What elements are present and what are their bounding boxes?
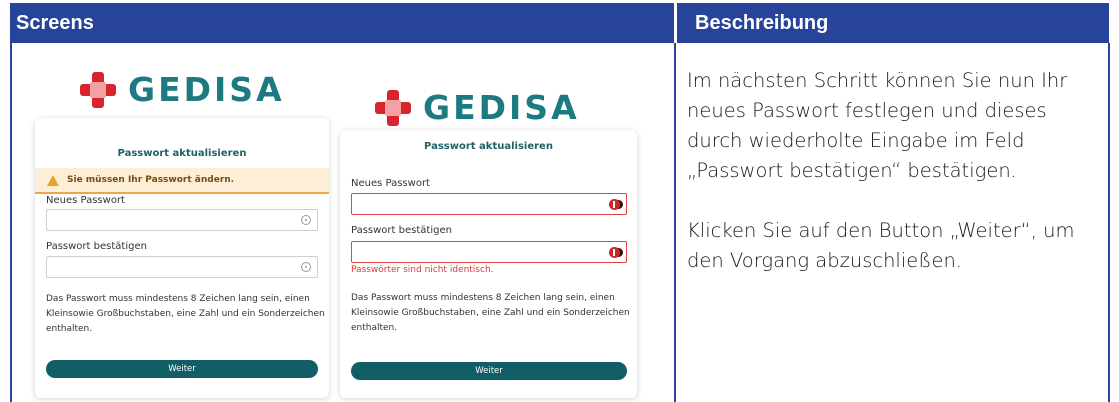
- screen1-title: Passwort aktualisieren: [117, 148, 247, 159]
- gedisa-cross-icon: [80, 71, 116, 108]
- doc-table: Screens Beschreibung Im nächsten Schritt…: [0, 0, 1119, 402]
- screen1-confirm-password-label: Passwort bestätigen: [46, 241, 147, 252]
- gedisa-logo-text: GEDISA: [423, 88, 580, 127]
- show-password-icon[interactable]: [301, 215, 311, 225]
- gedisa-cross-icon: [375, 89, 411, 126]
- screen1-new-password-input[interactable]: [46, 209, 318, 231]
- screen2-card: Passwort aktualisieren Neues Passwort Pa…: [340, 130, 637, 398]
- description-para-2: Klicken Sie auf den Button „Weiter“, um …: [687, 219, 1075, 272]
- gedisa-logo-text: GEDISA: [128, 70, 285, 109]
- screen1-new-password-label: Neues Passwort: [46, 195, 125, 206]
- description-text: Im nächsten Schritt können Sie nun Ihr n…: [687, 66, 1097, 306]
- screen2-confirm-password-label: Passwort bestätigen: [351, 225, 452, 236]
- screen1-warning-banner: Sie müssen Ihr Passwort ändern.: [35, 168, 329, 194]
- screen1-weiter-button[interactable]: Weiter: [46, 360, 318, 378]
- header-screens: Screens: [10, 3, 674, 43]
- description-para-1: Im nächsten Schritt können Sie nun Ihr n…: [687, 69, 1068, 182]
- table-border-left: [10, 43, 12, 402]
- show-password-icon[interactable]: [301, 262, 311, 272]
- table-border-middle: [674, 43, 676, 402]
- screen2-new-password-label: Neues Passwort: [351, 178, 430, 189]
- gedisa-logo: GEDISA: [80, 70, 285, 109]
- error-icon: [609, 199, 623, 210]
- table-border-right: [1108, 43, 1110, 402]
- screen2-weiter-button[interactable]: Weiter: [351, 362, 627, 380]
- error-icon: [609, 247, 623, 258]
- screen1-warning-text: Sie müssen Ihr Passwort ändern.: [67, 175, 235, 185]
- screen2-new-password-input[interactable]: [351, 193, 627, 215]
- screen2-confirm-password-input[interactable]: [351, 241, 627, 263]
- screen2-password-hint: Das Passwort muss mindestens 8 Zeichen l…: [351, 293, 630, 333]
- screen1-password-hint: Das Passwort muss mindestens 8 Zeichen l…: [46, 294, 325, 334]
- screen2-title: Passwort aktualisieren: [424, 141, 553, 152]
- header-description: Beschreibung: [677, 3, 1109, 43]
- screen1-confirm-password-input[interactable]: [46, 256, 318, 278]
- screen1-card: Passwort aktualisieren Sie müssen Ihr Pa…: [35, 118, 329, 398]
- gedisa-logo: GEDISA: [375, 88, 580, 127]
- screen2-mismatch-error: Passwörter sind nicht identisch.: [351, 265, 494, 275]
- warning-icon: [47, 174, 59, 186]
